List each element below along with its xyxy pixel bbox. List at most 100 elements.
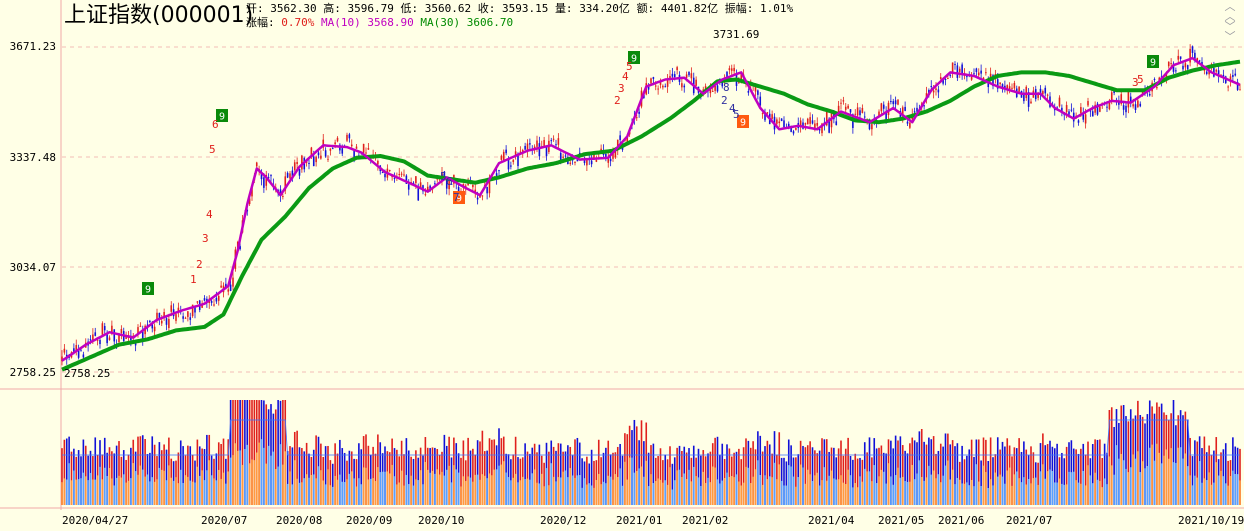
volume-bar-inner [1122,460,1125,505]
volume-bar-inner [191,481,194,505]
volume-bar-inner [70,480,73,505]
volume-bar-inner [353,478,355,505]
volume-bar-inner [137,474,139,505]
candle-body [937,89,940,93]
candle-body [1139,103,1142,107]
volume-bar-inner [1239,480,1241,505]
candle-body [1127,91,1130,108]
td-count-digit: 2 [196,258,203,271]
volume-bar-inner [700,485,702,505]
candle-body [1065,105,1068,113]
volume-bar-inner [939,482,942,505]
candle-body [384,173,386,178]
volume-bar-inner [616,476,619,505]
volume-bar-inner [690,481,693,505]
volume-bar-inner [279,444,282,505]
volume-bar-inner [151,477,154,505]
volume-bar-inner [175,477,177,505]
volume-bar-inner [360,484,363,505]
candle-body [1084,114,1087,124]
candle-body [149,320,151,323]
candle-body [711,90,714,92]
volume-bar-inner [68,463,70,505]
volume-bar-inner [806,469,809,505]
min-price-annotation: 2758.25 [64,367,110,380]
volume-bar-inner [206,470,208,505]
candle-body [809,117,811,124]
candle-body [505,149,507,154]
volume-bar-inner [436,469,439,505]
volume-bar-inner [113,485,116,505]
volume-bar-inner [1075,480,1077,505]
volume-bar-inner [77,479,80,505]
volume-bar-inner [438,474,441,505]
candle-body [101,323,104,335]
volume-bar-inner [189,480,192,505]
volume-bar-inner [103,467,106,505]
volume-bar-inner [1039,471,1042,505]
volume-bar-inner [182,482,184,505]
volume-bar-inner [970,479,973,505]
candle-body [887,102,890,116]
volume-bar-inner [559,477,562,505]
candle-body [341,148,344,154]
amplitude-label: 振幅: [724,2,754,15]
volume-bar-inner [882,471,885,505]
volume-bar-inner [1170,448,1172,505]
candle-body [909,122,911,128]
candle-body [1191,46,1194,53]
volume-bar-inner [1125,468,1127,505]
volume-bar-inner [878,476,880,505]
volume-bar-inner [106,475,108,505]
volume-bar-inner [1182,458,1184,505]
volume-bar-inner [153,481,156,505]
volume-bar-inner [773,462,776,505]
volume-bar-inner [460,486,462,505]
candle-body [856,107,859,116]
candle-body [63,348,66,353]
volume-bar-inner [586,484,588,505]
volume-bar-inner [837,479,840,505]
volume-bar-inner [1127,472,1130,505]
candle-body [557,138,560,145]
volume-bar-inner [890,476,892,505]
candle-body [118,334,120,343]
volume-bar-inner [519,480,522,505]
volume-bar-inner [759,474,762,505]
volume-bar-inner [99,466,101,505]
volume-bar-inner [483,475,486,505]
candle-body [210,301,213,303]
volume-bar-inner [1006,470,1009,505]
candle-body [595,159,598,162]
volume-bar-inner [745,466,747,505]
volume-bar-inner [303,478,306,505]
volume-bar-inner [901,476,904,505]
candle-body [778,121,781,124]
volume-bar-inner [355,486,358,505]
candle-body [220,285,222,288]
candle-body [947,77,949,79]
volume-bar-inner [1046,471,1049,505]
volume-bar-inner [493,469,496,505]
volume-bar-inner [362,467,365,505]
volume-bar-inner [681,476,683,505]
candle-body [783,120,785,128]
td-count-digit: 2 [614,94,621,107]
double-chevron-icon[interactable]: ︿ ︿ ﹀ ﹀ [1222,1,1238,42]
max-price-annotation: 3731.69 [713,28,759,41]
volume-bar-inner [550,463,553,505]
candle-body [652,77,655,79]
volume-bar-inner [569,468,572,505]
candle-body [168,318,170,329]
volume-bar-inner [232,455,234,505]
volume-bar-inner [1018,478,1020,505]
x-tick-label: 2021/01 [616,514,662,527]
volume-bar-inner [517,482,519,505]
candle-body [398,173,401,175]
volume-bar-inner [125,482,127,505]
candle-body [106,334,108,344]
x-tick-label: 2020/07 [201,514,247,527]
candle-body [605,153,607,157]
volume-bar-inner [721,480,724,505]
volume-bar-inner [1082,470,1085,505]
